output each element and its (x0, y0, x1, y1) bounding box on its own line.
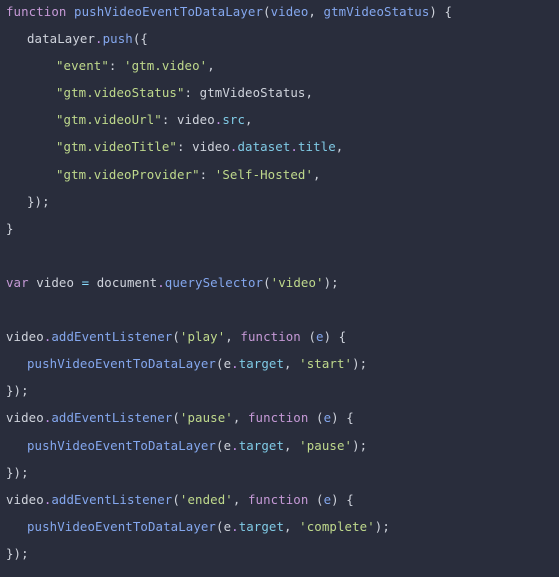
property: target (238, 356, 285, 372)
identifier: e (223, 356, 232, 372)
identifier: dataLayer (27, 31, 96, 47)
string: 'video' (270, 274, 324, 290)
keyword: function (247, 410, 309, 426)
string: 'play' (179, 329, 226, 345)
code-line: "gtm.videoStatus": gtmVideoStatus, (56, 85, 314, 101)
identifier: video (6, 329, 44, 345)
string: 'pause' (179, 410, 233, 426)
string: 'complete' (299, 518, 375, 534)
identifier: document (96, 274, 158, 290)
object-key: "gtm.videoTitle" (56, 139, 177, 155)
string: 'Self-Hosted' (214, 166, 314, 182)
identifier: video (6, 410, 44, 426)
method: push (102, 31, 133, 47)
function-call: pushVideoEventToDataLayer (27, 356, 216, 372)
string: 'gtm.video' (124, 58, 208, 74)
code-line: pushVideoEventToDataLayer(e.target, 'sta… (27, 356, 368, 372)
keyword: var (6, 274, 29, 290)
code-line: "gtm.videoTitle": video.dataset.title, (56, 139, 344, 155)
string: 'ended' (179, 491, 233, 507)
object-key: "gtm.videoStatus" (56, 85, 185, 101)
object-key: "gtm.videoProvider" (56, 166, 200, 182)
identifier: video (176, 112, 215, 128)
string: 'start' (299, 356, 353, 372)
code-block: function pushVideoEventToDataLayer(video… (0, 0, 559, 571)
param: e (323, 410, 332, 426)
function-call: pushVideoEventToDataLayer (27, 518, 216, 534)
function-call: pushVideoEventToDataLayer (27, 437, 216, 453)
code-line: "gtm.videoProvider": 'Self-Hosted', (56, 166, 321, 182)
identifier: video (36, 274, 75, 290)
code-line: }); (6, 464, 29, 480)
code-line: dataLayer.push({ (27, 31, 148, 47)
code-line: "event": 'gtm.video', (56, 58, 215, 74)
object-key: "event" (56, 58, 109, 74)
method: addEventListener (51, 491, 173, 507)
method: addEventListener (51, 410, 173, 426)
property: target (238, 518, 285, 534)
function-name: pushVideoEventToDataLayer (74, 4, 264, 19)
code-line: video.addEventListener('ended', function… (6, 491, 354, 507)
identifier: video (192, 139, 230, 155)
identifier: e (223, 437, 232, 453)
keyword: function (240, 329, 301, 345)
code-line: video.addEventListener('pause', function… (6, 410, 354, 426)
string: 'pause' (299, 437, 353, 453)
code-line: pushVideoEventToDataLayer(e.target, 'pau… (27, 437, 368, 453)
param: e (316, 329, 324, 345)
code-line: }); (6, 545, 29, 561)
code-line: function pushVideoEventToDataLayer(video… (6, 4, 453, 19)
code-line: }); (27, 193, 50, 209)
property: dataset (237, 139, 291, 155)
property: target (238, 437, 285, 453)
code-line: "gtm.videoUrl": video.src, (56, 112, 253, 128)
keyword: function (247, 491, 309, 507)
method: querySelector (164, 274, 264, 290)
code-line: } (6, 220, 14, 236)
object-key: "gtm.videoUrl" (56, 112, 162, 128)
param: video (270, 4, 309, 19)
keyword: function (6, 4, 67, 19)
code-line: video.addEventListener('play', function … (6, 329, 347, 345)
property: title (297, 139, 336, 155)
param: gtmVideoStatus (323, 4, 430, 19)
identifier: e (223, 518, 232, 534)
code-line: }); (6, 383, 29, 399)
code-line: var video = document.querySelector('vide… (6, 274, 339, 290)
identifier: gtmVideoStatus (199, 85, 306, 101)
code-line: pushVideoEventToDataLayer(e.target, 'com… (27, 518, 390, 534)
param: e (323, 491, 332, 507)
method: addEventListener (51, 329, 173, 345)
property: src (222, 112, 246, 128)
identifier: video (6, 491, 44, 507)
